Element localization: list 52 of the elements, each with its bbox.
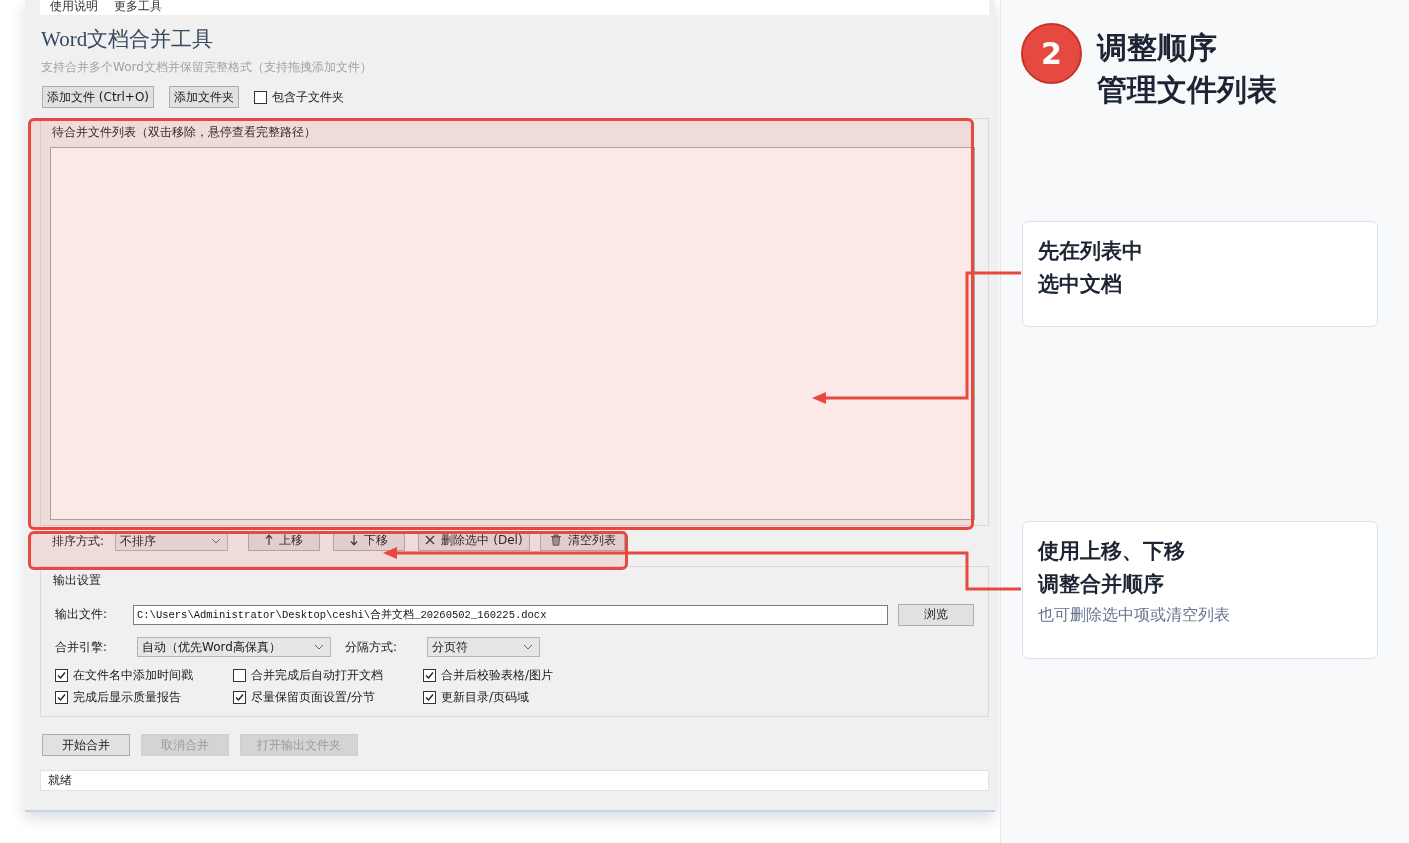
checkbox-label: 完成后显示质量报告 bbox=[73, 690, 181, 705]
checkbox-label: 合并后校验表格/图片 bbox=[441, 668, 554, 683]
checkbox[interactable] bbox=[423, 669, 436, 682]
checkbox-label: 包含子文件夹 bbox=[272, 89, 345, 105]
checkbox-label: 尽量保留页面设置/分节 bbox=[251, 690, 376, 705]
action-button[interactable]: 开始合并 bbox=[42, 734, 130, 756]
sort-dropdown[interactable]: 不排序 bbox=[115, 531, 228, 551]
delete-selected-button[interactable]: 删除选中 (Del) bbox=[418, 531, 530, 551]
callout-text: 选中文档 bbox=[1038, 271, 1123, 298]
output-file-field[interactable]: C:\Users\Administrator\Desktop\ceshi\合并文档_20260502_160225.docx bbox=[133, 604, 888, 625]
separator-dropdown[interactable]: 分页符 bbox=[427, 637, 540, 657]
engine-dropdown[interactable]: 自动（优先Word高保真） bbox=[137, 637, 331, 657]
checkbox[interactable] bbox=[233, 691, 246, 704]
checkbox[interactable] bbox=[423, 691, 436, 704]
arrow-down-icon bbox=[350, 534, 358, 546]
status-bar: 就绪 bbox=[40, 770, 989, 791]
checkbox[interactable] bbox=[254, 90, 268, 104]
menu-item[interactable]: 更多工具 bbox=[114, 0, 162, 15]
checkbox-label: 更新目录/页码域 bbox=[441, 690, 530, 705]
menu-item[interactable]: 使用说明 bbox=[50, 0, 98, 15]
checkbox[interactable] bbox=[55, 669, 68, 682]
chevron-down-icon bbox=[523, 644, 533, 650]
app-title: Word文档合并工具 bbox=[40, 26, 215, 52]
chevron-down-icon bbox=[314, 644, 324, 650]
trash-icon bbox=[549, 534, 562, 546]
checkbox[interactable] bbox=[55, 691, 68, 704]
sort-label: 排序方式: bbox=[52, 533, 106, 549]
step-title: 调整顺序 bbox=[1097, 29, 1218, 67]
checkbox-label: 在文件名中添加时间戳 bbox=[73, 668, 193, 683]
separator-label: 分隔方式: bbox=[345, 639, 399, 655]
app-subtitle: 支持合并多个Word文档并保留完整格式（支持拖拽添加文件） bbox=[40, 60, 373, 75]
group-title: 输出设置 bbox=[53, 573, 102, 587]
browse-button[interactable]: 浏览 bbox=[898, 603, 974, 626]
output-file-label: 输出文件: bbox=[55, 607, 109, 622]
callout-text: 调整合并顺序 bbox=[1038, 571, 1165, 598]
callout-note: 也可删除选中项或清空列表 bbox=[1038, 604, 1231, 626]
clear-list-button[interactable]: 清空列表 bbox=[540, 531, 625, 551]
close-icon bbox=[425, 535, 436, 545]
callout-text: 使用上移、下移 bbox=[1038, 538, 1186, 565]
group-title: 待合并文件列表（双击移除，悬停查看完整路径） bbox=[51, 124, 317, 140]
callout-text: 先在列表中 bbox=[1038, 238, 1144, 265]
add-folder-button[interactable]: 添加文件夹 bbox=[169, 86, 240, 108]
step-title: 管理文件列表 bbox=[1097, 71, 1277, 109]
move-up-button[interactable]: 上移 bbox=[248, 531, 320, 551]
checkbox-label: 合并完成后自动打开文档 bbox=[251, 668, 383, 683]
step-number-badge: 2 bbox=[1021, 23, 1082, 84]
engine-label: 合并引擎: bbox=[55, 639, 109, 655]
move-down-button[interactable]: 下移 bbox=[333, 531, 405, 551]
add-files-button[interactable]: 添加文件 (Ctrl+O) bbox=[42, 86, 155, 108]
chevron-down-icon bbox=[211, 538, 221, 544]
checkbox[interactable] bbox=[233, 669, 246, 682]
arrow-up-icon bbox=[265, 534, 273, 546]
